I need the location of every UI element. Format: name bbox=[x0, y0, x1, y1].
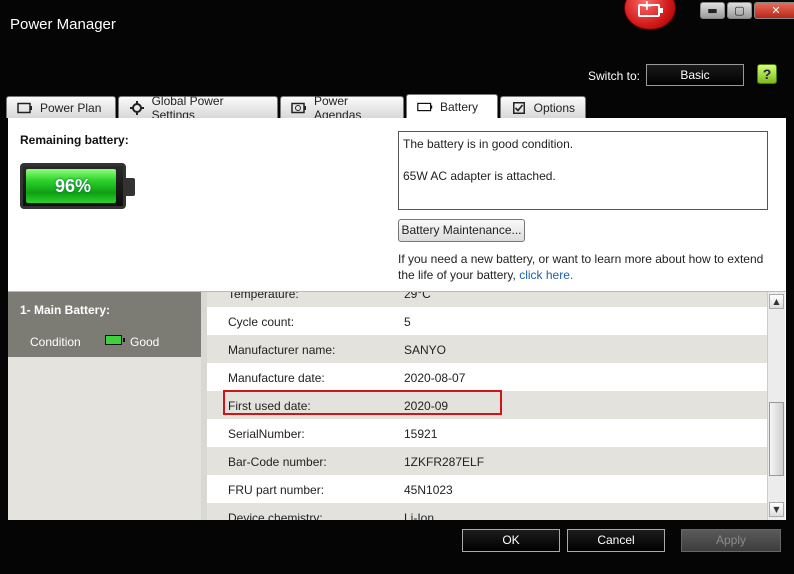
condition-value: Good bbox=[130, 335, 160, 349]
table-row: FRU part number: 45N1023 bbox=[207, 475, 767, 503]
tab-label: Options bbox=[533, 100, 575, 115]
battery-list: 1- Main Battery: Condition Good bbox=[8, 292, 201, 520]
help-icon[interactable]: ? bbox=[757, 64, 777, 84]
info-text: If you need a new battery, or want to le… bbox=[398, 252, 764, 282]
tab-bar: Power Plan Global Power Settings Power A… bbox=[6, 94, 586, 122]
battery-outline-icon bbox=[17, 102, 33, 114]
table-row: Temperature: 29°C bbox=[207, 292, 767, 307]
new-battery-info: If you need a new battery, or want to le… bbox=[398, 251, 778, 283]
window-controls: ▬ ▢ ✕ bbox=[700, 2, 794, 19]
scroll-up-arrow-icon[interactable]: ▲ bbox=[769, 294, 784, 309]
minimize-button[interactable]: ▬ bbox=[700, 2, 725, 19]
switch-to-label: Switch to: bbox=[588, 69, 641, 83]
detail-value: SANYO bbox=[404, 343, 447, 357]
close-button[interactable]: ✕ bbox=[754, 2, 794, 19]
detail-key: Manufacture date: bbox=[228, 371, 325, 385]
ok-button[interactable]: OK bbox=[462, 529, 560, 552]
app-logo-icon: + bbox=[624, 0, 676, 30]
detail-key: FRU part number: bbox=[228, 483, 325, 497]
tab-label: Power Plan bbox=[40, 100, 102, 115]
detail-value: 1ZKFR287ELF bbox=[404, 455, 485, 469]
checkbox-icon bbox=[511, 101, 527, 114]
detail-value: 15921 bbox=[404, 427, 438, 441]
detail-key: Cycle count: bbox=[228, 315, 295, 329]
scroll-thumb[interactable] bbox=[769, 402, 784, 476]
click-here-link[interactable]: click here. bbox=[519, 268, 573, 282]
tab-power-agendas[interactable]: Power Agendas bbox=[280, 94, 404, 122]
window-title: Power Manager bbox=[10, 16, 116, 33]
battery-name: 1- Main Battery: bbox=[20, 303, 111, 317]
detail-value: Li-Ion bbox=[404, 511, 435, 520]
table-row: Bar-Code number: 1ZKFR287ELF bbox=[207, 447, 767, 475]
battery-icon bbox=[417, 101, 433, 113]
detail-value: 5 bbox=[404, 315, 411, 329]
clock-battery-icon bbox=[291, 102, 307, 114]
scroll-down-arrow-icon[interactable]: ▼ bbox=[769, 502, 784, 517]
battery-maintenance-button[interactable]: Battery Maintenance... bbox=[398, 219, 525, 242]
battery-good-icon bbox=[105, 335, 125, 345]
table-row: Manufacture date: 2020-08-07 bbox=[207, 363, 767, 391]
detail-value: 2020-08-07 bbox=[404, 371, 466, 385]
plus-logo-glyph: + bbox=[641, 0, 653, 14]
detail-key: Manufacturer name: bbox=[228, 343, 336, 357]
detail-key: Bar-Code number: bbox=[228, 455, 327, 469]
battery-list-item-main[interactable]: 1- Main Battery: Condition Good bbox=[8, 292, 201, 357]
switch-basic-button[interactable]: Basic bbox=[646, 64, 744, 86]
first-used-date-highlight bbox=[223, 390, 502, 415]
battery-status-box: The battery is in good condition. 65W AC… bbox=[398, 131, 768, 210]
detail-value: 29°C bbox=[404, 292, 431, 301]
remaining-battery-label: Remaining battery: bbox=[20, 133, 129, 147]
remaining-battery-gauge: 96% bbox=[20, 163, 135, 209]
battery-panel: Remaining battery: 96% The battery is in… bbox=[8, 118, 786, 520]
cancel-button[interactable]: Cancel bbox=[567, 529, 665, 552]
gear-icon bbox=[129, 100, 145, 115]
detail-key: Temperature: bbox=[228, 292, 299, 301]
detail-key: Device chemistry: bbox=[228, 511, 323, 520]
table-row: Manufacturer name: SANYO bbox=[207, 335, 767, 363]
table-row: Device chemistry: Li-Ion bbox=[207, 503, 767, 520]
tab-global-power-settings[interactable]: Global Power Settings bbox=[118, 94, 278, 122]
detail-value: 45N1023 bbox=[404, 483, 453, 497]
battery-terminal bbox=[126, 178, 135, 196]
status-line-adapter: 65W AC adapter is attached. bbox=[403, 169, 556, 183]
maximize-button[interactable]: ▢ bbox=[727, 2, 752, 19]
power-manager-window: Power Manager + ▬ ▢ ✕ Switch to: Basic ?… bbox=[0, 0, 794, 574]
status-line-condition: The battery is in good condition. bbox=[403, 137, 574, 151]
details-scrollbar[interactable]: ▲ ▼ bbox=[767, 292, 785, 520]
table-row: SerialNumber: 15921 bbox=[207, 419, 767, 447]
battery-percent: 96% bbox=[54, 176, 92, 196]
tab-battery[interactable]: Battery bbox=[406, 94, 498, 118]
table-row: Cycle count: 5 bbox=[207, 307, 767, 335]
apply-button[interactable]: Apply bbox=[681, 529, 781, 552]
tab-power-plan[interactable]: Power Plan bbox=[6, 96, 116, 118]
tab-options[interactable]: Options bbox=[500, 96, 586, 118]
detail-key: SerialNumber: bbox=[228, 427, 305, 441]
condition-label: Condition bbox=[30, 335, 81, 349]
tab-label: Battery bbox=[440, 99, 479, 114]
